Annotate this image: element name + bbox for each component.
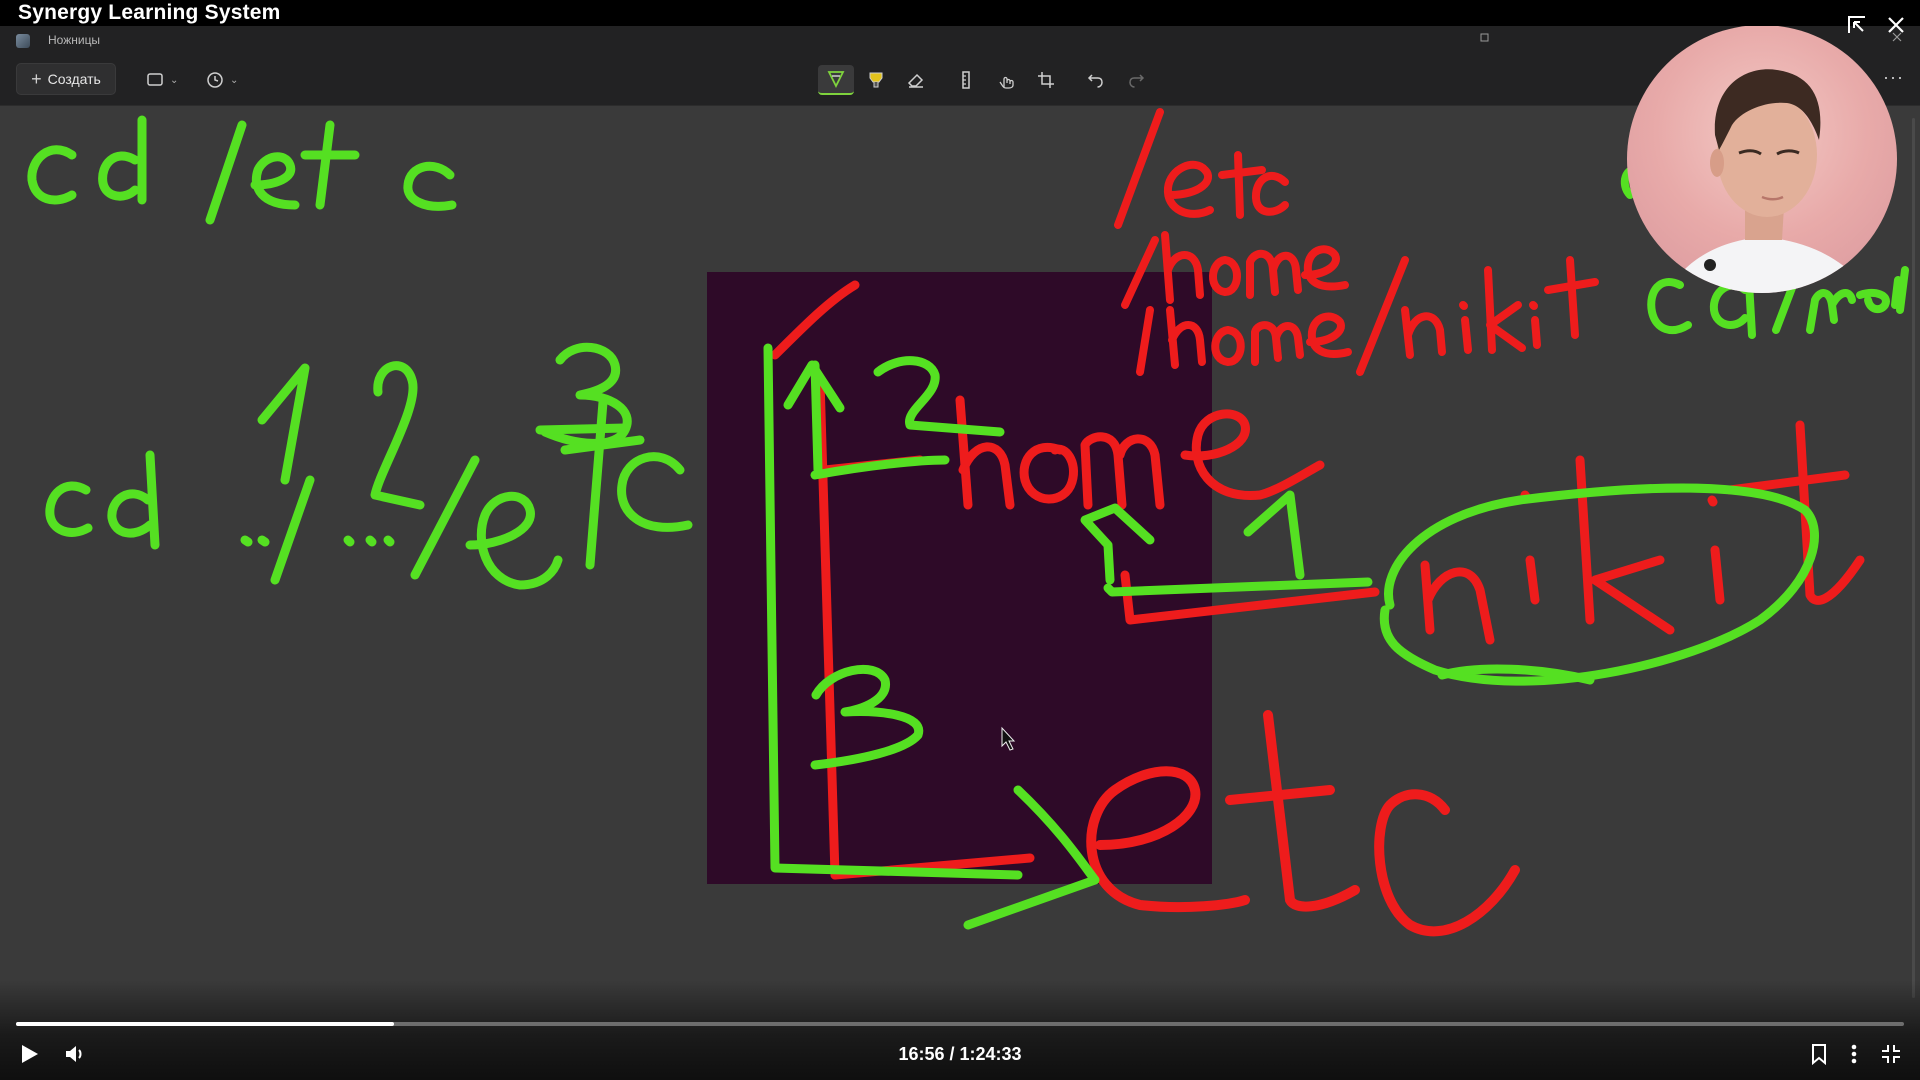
plus-icon: + [31, 69, 42, 89]
presenter-webcam [1627, 25, 1897, 293]
delay-dropdown[interactable]: ⌄ [206, 69, 238, 91]
menu-button[interactable] [1850, 1043, 1858, 1065]
more-options-icon[interactable]: ··· [1883, 67, 1904, 88]
snipping-toolbar: + Создать ⌄ ⌄ ··· [0, 63, 1920, 97]
highlighter-icon [869, 72, 883, 88]
markup-tools [818, 65, 1154, 95]
create-button-label: Создать [47, 71, 101, 87]
bookmark-button[interactable] [1810, 1043, 1828, 1065]
touch-writing-tool[interactable] [988, 65, 1024, 95]
seek-bar-progress [16, 1022, 394, 1026]
vertical-dots-icon [1851, 1044, 1857, 1064]
eraser-tool[interactable] [898, 65, 934, 95]
exit-fullscreen-icon [1882, 1045, 1900, 1063]
player-title-bar: Synergy Learning System [0, 0, 1920, 26]
crop-icon [1038, 72, 1054, 88]
highlighter-tool[interactable] [858, 65, 894, 95]
terminal-screenshot [707, 272, 1212, 884]
video-player[interactable]: Ножницы + Создать ⌄ ⌄ ··· Synergy Learni… [0, 0, 1920, 1080]
redo-button[interactable] [1118, 65, 1154, 95]
ballpoint-pen-icon [827, 71, 845, 89]
exit-fullscreen-button[interactable] [1880, 1043, 1902, 1065]
snipping-tool-app-icon [16, 34, 30, 48]
snipping-tool-app-name: Ножницы [48, 33, 101, 47]
snip-mode-dropdown[interactable]: ⌄ [146, 69, 178, 91]
ruler-tool[interactable] [948, 65, 984, 95]
bookmark-icon [1812, 1044, 1826, 1065]
picture-in-picture-icon[interactable] [1846, 14, 1868, 36]
seek-bar[interactable] [16, 1022, 1904, 1026]
rectangle-snip-icon [147, 73, 163, 86]
chevron-down-icon: ⌄ [230, 74, 239, 86]
ruler-icon [962, 71, 970, 89]
chevron-down-icon: ⌄ [170, 74, 179, 86]
redo-icon [1129, 74, 1145, 88]
create-button[interactable]: + Создать [16, 63, 116, 95]
close-icon[interactable] [1886, 15, 1906, 35]
crop-tool[interactable] [1028, 65, 1064, 95]
playback-controls-right [1810, 1043, 1902, 1065]
touch-writing-icon [999, 76, 1014, 89]
course-title: Synergy Learning System [18, 1, 281, 24]
clock-icon [207, 72, 223, 88]
window-restore-icon [1480, 30, 1490, 45]
controls-overlay [0, 980, 1920, 1080]
eraser-icon [907, 73, 924, 88]
player-top-actions [1846, 14, 1906, 36]
undo-button[interactable] [1078, 65, 1114, 95]
presenter-portrait [1667, 69, 1867, 293]
undo-icon [1087, 74, 1103, 88]
vertical-scrollbar[interactable] [1912, 118, 1915, 998]
ballpoint-pen-tool[interactable] [818, 65, 854, 95]
time-display: 16:56 / 1:24:33 [898, 1044, 1022, 1064]
